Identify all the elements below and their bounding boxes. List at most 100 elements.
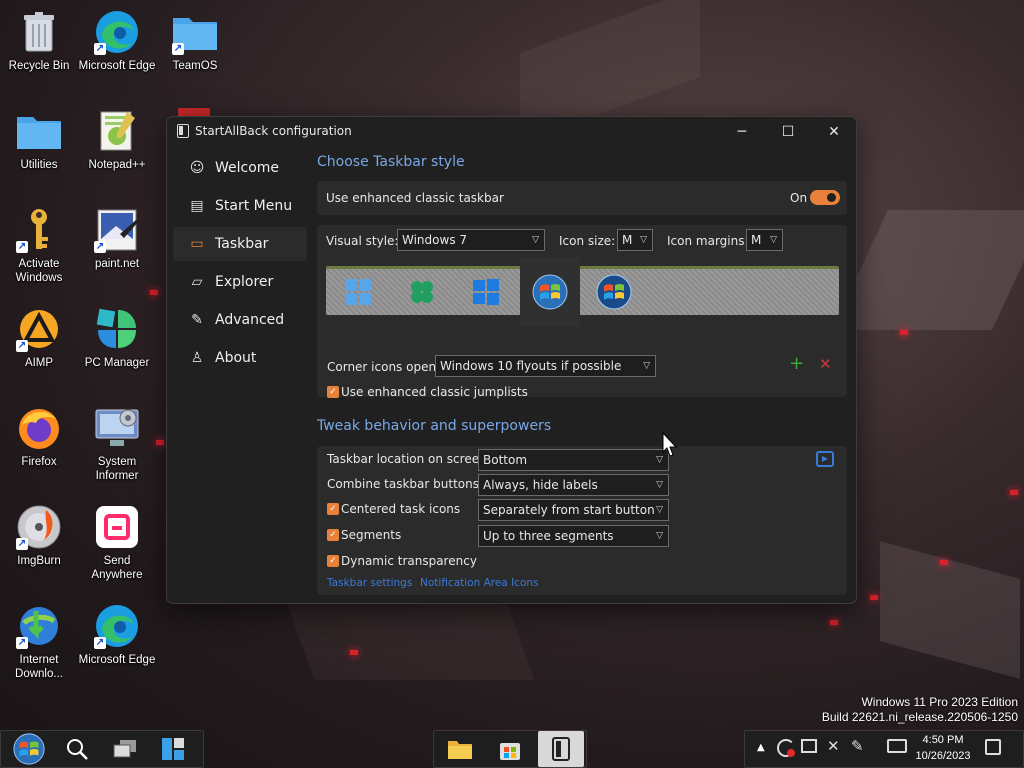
sidebar-item-label: About [215,350,257,366]
style-option-windows-vista[interactable] [584,269,644,315]
style-option-windows-11[interactable] [328,269,388,315]
enhanced-jumplists-label: Use enhanced classic jumplists [341,385,528,399]
centered-icons-select[interactable]: Separately from start button ▽ [478,499,669,521]
taskbar-file-explorer[interactable] [442,731,478,767]
start-button[interactable] [9,731,49,767]
wallpaper-light [940,560,948,565]
segments-select[interactable]: Up to three segments ▽ [478,525,669,547]
chevron-down-icon: ▽ [656,505,663,515]
tweak-behavior-heading: Tweak behavior and superpowers [317,418,552,434]
visual-style-value: Windows 7 [402,233,468,247]
desktop-icon-teamos[interactable]: ↗ TeamOS [156,8,234,73]
wallpaper-shape [285,600,535,680]
centered-icons-label: Centered task icons [341,502,461,516]
icon-size-select[interactable]: M ▽ [617,229,653,251]
clock-date[interactable]: 10/26/2023 [915,750,971,762]
style-option-windows-10[interactable] [456,269,516,315]
taskbar-microsoft-store[interactable] [492,731,528,767]
centered-icons-checkbox[interactable]: ✓ [327,503,339,515]
icon-size-label: Icon size: [559,234,616,248]
desktop-icon-notepad-plus-plus[interactable]: Notepad++ [78,107,156,172]
sync-alert-badge [787,749,795,757]
notification-center-icon[interactable] [985,739,1001,755]
desktop-icon-firefox[interactable]: Firefox [0,404,78,469]
maximize-button[interactable]: ☐ [765,119,811,145]
shortcut-arrow-icon: ↗ [16,637,28,649]
monitor-icon[interactable] [801,739,817,753]
chevron-down-icon: ▽ [770,235,777,245]
pen-icon[interactable]: ✎ [851,737,864,755]
desktop-icon-label: TeamOS [172,60,218,72]
startallback-app-icon [552,737,570,761]
keyboard-icon[interactable] [887,739,907,753]
style-option-clover[interactable] [392,269,452,315]
chevron-down-icon: ▽ [656,480,663,490]
taskbar-location-value: Bottom [483,453,528,467]
desktop-icon-label: System Informer [95,456,139,482]
corner-icons-label: Corner icons open: [327,360,441,374]
desktop-icon-label: Firefox [21,456,57,468]
taskbar-location-select[interactable]: Bottom ▽ [478,449,669,471]
close-button[interactable]: ✕ [811,119,857,145]
sidebar-item-welcome[interactable]: ☺ Welcome [173,151,307,185]
desktop-icon-utilities[interactable]: Utilities [0,107,78,172]
sidebar-item-about[interactable]: ♙ About [173,341,307,375]
segments-value: Up to three segments [483,529,614,543]
desktop-icon-imgburn[interactable]: ↗ ImgBurn [0,503,78,568]
taskbar-style-heading: Choose Taskbar style [317,154,465,170]
task-view-button[interactable] [107,731,143,767]
edge-icon: ↗ [93,8,141,56]
combine-buttons-select[interactable]: Always, hide labels ▽ [478,474,669,496]
sidebar-item-taskbar[interactable]: ▭ Taskbar [173,227,307,261]
desktop-icon-internet-download-manager[interactable]: ↗ Internet Downlo... [0,602,78,681]
segments-checkbox[interactable]: ✓ [327,529,339,541]
desktop-icon-label: Internet Downlo... [15,654,63,680]
desktop-icon-send-anywhere[interactable]: Send Anywhere [78,503,156,582]
visual-style-select[interactable]: Windows 7 ▽ [397,229,545,251]
search-button[interactable] [59,731,95,767]
dynamic-transparency-checkbox[interactable]: ✓ [327,555,339,567]
desktop-icon-pc-manager[interactable]: PC Manager [78,305,156,370]
desktop-icon-label: Microsoft Edge [78,654,156,666]
desktop-icon-system-informer[interactable]: System Informer [78,404,156,483]
desktop-icon-activate-windows[interactable]: ↗ Activate Windows [0,206,78,285]
windows-10-logo-icon [473,279,499,305]
corner-icons-select[interactable]: Windows 10 flyouts if possible ▽ [435,355,656,377]
style-preview-strip [326,257,839,327]
taskbar-icon: ▭ [190,236,204,252]
search-icon [67,739,88,760]
remove-icon[interactable]: ✕ [819,355,832,373]
taskbar-startallback-active[interactable] [538,731,584,767]
icon-margins-select[interactable]: M ▽ [746,229,783,251]
segments-label: Segments [341,528,402,542]
desktop-icon-paint-net[interactable]: ↗ paint.net [78,206,156,271]
desktop-icon-microsoft-edge-2[interactable]: ↗ Microsoft Edge [78,602,156,667]
desktop-icon-aimp[interactable]: ↗ AIMP [0,305,78,370]
style-option-windows-7[interactable] [520,257,580,327]
icon-size-value: M [622,233,633,247]
enhanced-jumplists-checkbox[interactable]: ✓ [327,386,339,398]
wallpaper-light [1010,490,1018,495]
sidebar-item-label: Start Menu [215,198,293,214]
sidebar-item-explorer[interactable]: ▱ Explorer [173,265,307,299]
smile-icon: ☺ [189,160,205,176]
notification-area-icons-link[interactable]: Notification Area Icons [420,577,539,589]
clock-time[interactable]: 4:50 PM [915,734,971,746]
show-hidden-icons-chevron-icon[interactable]: ▲ [757,742,765,753]
desktop-icon-microsoft-edge[interactable]: ↗ Microsoft Edge [78,8,156,73]
microsoft-store-icon [500,743,520,760]
folder-icon [15,107,63,155]
play-video-icon[interactable]: ▶ [816,451,834,467]
desktop-icon-label: Utilities [20,159,58,171]
widgets-button[interactable] [155,731,191,767]
taskbar-settings-link[interactable]: Taskbar settings [327,577,412,589]
sidebar-item-advanced[interactable]: ✎ Advanced [173,303,307,337]
wallpaper-shape [832,210,1024,330]
minimize-button[interactable]: ─ [719,119,765,145]
enhanced-taskbar-toggle[interactable] [810,190,840,205]
desktop-icon-recycle-bin[interactable]: Recycle Bin [0,8,78,73]
sidebar-item-start-menu[interactable]: ▤ Start Menu [173,189,307,223]
add-icon[interactable]: + [789,353,804,374]
mute-volume-icon[interactable]: ✕ [827,737,840,755]
title-bar[interactable]: StartAllBack configuration ─ ☐ ✕ [167,117,856,145]
